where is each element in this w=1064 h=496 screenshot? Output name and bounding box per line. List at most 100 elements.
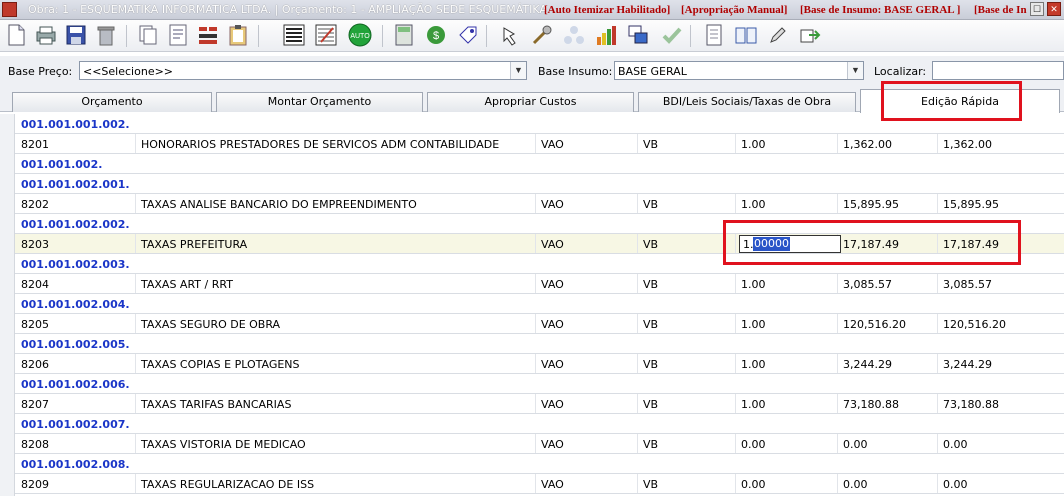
maximize-button[interactable]: ☐ [1030,2,1044,16]
new-document-icon[interactable] [4,23,28,47]
group-row[interactable]: 001.001.002.007. [15,414,1064,434]
column-divider [837,314,838,333]
table-row[interactable]: 8201 HONORARIOS PRESTADORES DE SERVICOS A… [15,134,1064,154]
pen-icon[interactable] [766,23,790,47]
cell-un: VB [643,278,659,291]
base-insumo-value: BASE GERAL [618,65,687,78]
column-divider [135,354,136,373]
base-insumo-select[interactable]: BASE GERAL ▼ [614,61,864,80]
annotation-box-tab [881,81,1022,121]
book-icon[interactable] [734,23,758,47]
clipboard-icon[interactable] [226,23,250,47]
column-divider [535,134,536,153]
column-divider [135,314,136,333]
calculator-icon[interactable] [392,23,416,47]
svg-text:$: $ [433,30,439,42]
copy-icon[interactable] [136,23,160,47]
hand-icon[interactable] [498,23,522,47]
column-divider [637,234,638,253]
column-divider [135,134,136,153]
tab-apropriar-custos[interactable]: Apropriar Custos [427,92,634,112]
group-code: 001.001.002.004. [21,298,130,311]
group-row[interactable]: 001.001.002. [15,154,1064,174]
check-icon[interactable] [660,23,684,47]
cell-code: 8204 [21,278,49,291]
cell-qtd: 0.00 [741,478,766,491]
table-row[interactable]: 8209 TAXAS REGULARIZACAO DE ISS VAO VB 0.00 0… [15,474,1064,494]
cell-preco: 3,085.57 [843,278,892,291]
cell-code: 8203 [21,238,49,251]
chart-list-icon[interactable] [196,23,220,47]
toolbar-separator [126,25,127,47]
cell-total: 15,895.95 [943,198,999,211]
flag-apropriacao: [Apropriação Manual] [681,4,788,16]
column-divider [535,194,536,213]
column-divider [937,354,938,373]
network-icon[interactable] [562,23,586,47]
cell-un: VB [643,478,659,491]
close-button[interactable]: ✕ [1047,2,1061,16]
windows-icon[interactable] [626,23,650,47]
cell-code: 8201 [21,138,49,151]
group-row[interactable]: 001.001.002.004. [15,294,1064,314]
cell-un: VB [643,318,659,331]
auto-icon[interactable]: AUTO [348,23,372,47]
group-code: 001.001.002.005. [21,338,130,351]
edit-list-icon[interactable] [314,23,338,47]
cell-desc: TAXAS SEGURO DE OBRA [141,318,281,331]
column-divider [937,434,938,453]
trash-icon[interactable] [94,23,118,47]
table-row[interactable]: 8207 TAXAS TARIFAS BANCARIAS VAO VB 1.00 73,1… [15,394,1064,414]
group-row[interactable]: 001.001.002.008. [15,454,1064,474]
group-row[interactable]: 001.001.002.006. [15,374,1064,394]
money-icon[interactable]: $ [424,23,448,47]
tools-icon[interactable] [530,23,554,47]
cell-desc: TAXAS ANALISE BANCARIO DO EMPREENDIMENTO [141,198,417,211]
cell-total: 1,362.00 [943,138,992,151]
app-icon[interactable] [2,2,17,17]
group-row[interactable]: 001.001.002.001. [15,174,1064,194]
tab-montar-orcamento[interactable]: Montar Orçamento [216,92,423,112]
cell-qtd: 1.00 [741,138,766,151]
table-row[interactable]: 8205 TAXAS SEGURO DE OBRA VAO VB 1.00 120,516… [15,314,1064,334]
window-title: Obra: 1 - ESQUEMATIKA INFORMATICA LTDA. … [28,3,547,16]
column-divider [937,474,938,493]
column-divider [637,274,638,293]
group-row[interactable]: 001.001.002.005. [15,334,1064,354]
table-row[interactable]: 8206 TAXAS COPIAS E PLOTAGENS VAO VB 1.00 3,2… [15,354,1064,374]
bar-chart-icon[interactable] [594,23,618,47]
group-code: 001.001.002.003. [21,258,130,271]
budget-grid: 001.001.001.002. 8201 HONORARIOS PRESTADOR… [14,114,1064,496]
cell-desc: TAXAS REGULARIZACAO DE ISS [141,478,315,491]
column-divider [735,394,736,413]
cell-qtd: 0.00 [741,438,766,451]
chevron-down-icon[interactable]: ▼ [847,62,863,79]
export-icon[interactable] [798,23,822,47]
cell-code: 8206 [21,358,49,371]
print-icon[interactable] [34,23,58,47]
report-icon[interactable] [166,23,190,47]
column-divider [637,354,638,373]
list-view-icon[interactable] [282,23,306,47]
toolbar-separator [486,25,487,47]
group-code: 001.001.002.008. [21,458,130,471]
tab-orcamento[interactable]: Orçamento [12,92,212,112]
save-icon[interactable] [64,23,88,47]
flag-base-in: [Base de In [974,4,1027,16]
tag-icon[interactable] [456,23,480,47]
table-row[interactable]: 8202 TAXAS ANALISE BANCARIO DO EMPREENDIM… [15,194,1064,214]
filter-bar: Base Preço: <<Selecione>> ▼ Base Insumo:… [0,56,1064,84]
cell-code: 8202 [21,198,49,211]
table-row[interactable]: 8208 TAXAS VISTORIA DE MEDICAO VAO VB 0.00 0.… [15,434,1064,454]
base-preco-value: <<Selecione>> [83,65,174,78]
localizar-input[interactable] [932,61,1064,80]
toolbar-separator [258,25,259,47]
column-divider [735,274,736,293]
cell-qtd: 1.00 [741,318,766,331]
document-icon[interactable] [702,23,726,47]
cell-tipo: VAO [541,318,564,331]
table-row[interactable]: 8204 TAXAS ART / RRT VAO VB 1.00 3,085.57 3,08… [15,274,1064,294]
chevron-down-icon[interactable]: ▼ [510,62,526,79]
base-preco-select[interactable]: <<Selecione>> ▼ [79,61,527,80]
tab-bdi-leis-sociais[interactable]: BDI/Leis Sociais/Taxas de Obra [638,92,856,112]
